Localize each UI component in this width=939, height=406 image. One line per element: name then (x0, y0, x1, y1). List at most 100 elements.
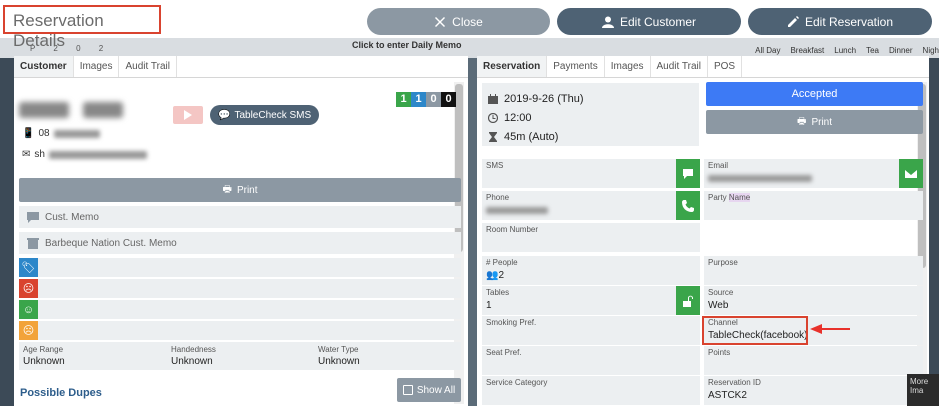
date-row: 2019-9-26 (Thu) (488, 89, 693, 108)
party-name-label: Party Name (708, 193, 919, 202)
chat-icon (683, 168, 693, 179)
tablecheck-sms-label: TableCheck SMS (234, 109, 312, 121)
room-number-label: Room Number (486, 225, 539, 234)
purpose-field[interactable]: Purpose (704, 256, 923, 285)
smoking-pref-field[interactable]: Smoking Pref. (482, 316, 700, 345)
email-field[interactable]: Email (704, 159, 923, 188)
building-icon (27, 237, 39, 249)
status-accepted-button[interactable]: Accepted (706, 82, 923, 106)
count-badge-3: 0 (426, 92, 441, 107)
close-button-label: Close (452, 14, 483, 29)
print-reservation-button[interactable]: 🖶 Print (706, 110, 923, 134)
tables-field[interactable]: Tables 1 (482, 286, 700, 315)
seat-pref-label: Seat Pref. (486, 348, 522, 357)
sms-field[interactable]: SMS (482, 159, 700, 188)
memo-icon (27, 211, 39, 223)
phone-value-redacted (486, 207, 548, 214)
tab-customer[interactable]: Customer (14, 56, 74, 77)
customer-attributes: Age Range Unknown Handedness Unknown Wat… (19, 342, 461, 370)
more-popover[interactable]: More Ima (907, 374, 939, 406)
count-badge-2: 1 (411, 92, 426, 107)
call-button[interactable] (676, 191, 700, 220)
datetime-box[interactable]: 2019-9-26 (Thu) 12:00 45m (Auto) (482, 83, 699, 146)
age-range-field[interactable]: Age Range Unknown (23, 345, 65, 367)
meal-lunch[interactable]: Lunch (834, 46, 856, 55)
edit-reservation-button[interactable]: Edit Reservation (748, 8, 932, 35)
tablecheck-sms-button[interactable]: 💬 TableCheck SMS (210, 105, 320, 125)
customer-phone-row: 📱 08 (22, 128, 100, 139)
pencil-icon (787, 15, 799, 27)
tab-pos[interactable]: POS (708, 56, 743, 77)
handedness-label: Handedness (171, 345, 216, 354)
seat-pref-field[interactable]: Seat Pref. (482, 346, 700, 375)
edit-customer-label: Edit Customer (619, 14, 697, 29)
cust-memo-row[interactable]: Cust. Memo (19, 206, 461, 228)
points-field[interactable]: Points (704, 346, 923, 375)
tags-row[interactable]: 🏷 (19, 258, 461, 277)
reservation-panel: Reservation Payments Images Audit Trail … (477, 56, 929, 406)
email-send-button[interactable] (899, 159, 923, 188)
clock-icon (488, 112, 498, 123)
phone-field[interactable]: Phone (482, 191, 700, 220)
daily-memo-link[interactable]: Click to enter Daily Memo (352, 40, 462, 50)
mobile-phone-icon: 📱 (22, 128, 35, 139)
user-icon (601, 16, 614, 28)
tab-payments[interactable]: Payments (547, 56, 605, 77)
customer-email-prefix: sh (34, 149, 45, 160)
venue-memo-row[interactable]: Barbeque Nation Cust. Memo (19, 232, 461, 254)
background-left-sidebar (0, 58, 14, 406)
smile-icon: ☺ (19, 300, 38, 319)
customer-phone-redacted (53, 129, 100, 138)
people-field[interactable]: # People 👥2 (482, 256, 700, 285)
reservation-id-label: Reservation ID (708, 378, 761, 387)
tab-reservation-images[interactable]: Images (605, 56, 651, 77)
cust-memo-label: Cust. Memo (45, 211, 99, 223)
water-type-field[interactable]: Water Type Unknown (318, 345, 360, 367)
frown-icon: ☹ (19, 279, 38, 298)
positive-feedback-row[interactable]: ☺ (19, 300, 461, 319)
tab-customer-images[interactable]: Images (74, 56, 120, 77)
play-icon[interactable] (173, 106, 203, 124)
reservation-id-field[interactable]: Reservation ID ASTCK2 (704, 376, 923, 405)
negative-feedback-row[interactable]: ☹ (19, 279, 461, 298)
source-field[interactable]: Source Web (704, 286, 923, 315)
neutral-feedback-row[interactable]: ☹ (19, 321, 461, 340)
water-type-label: Water Type (318, 345, 359, 354)
meal-dinner[interactable]: Dinner (889, 46, 913, 55)
table-lock-button[interactable] (676, 286, 700, 315)
meal-filter-bar: All Day Breakfast Lunch Tea Dinner Nigh (755, 38, 939, 55)
meal-tea[interactable]: Tea (866, 46, 879, 55)
modal-header: Reservation Details Close Edit Customer … (0, 0, 939, 50)
meal-breakfast[interactable]: Breakfast (790, 46, 824, 55)
edit-customer-button[interactable]: Edit Customer (557, 8, 741, 35)
title-highlight-box: Reservation Details (3, 5, 161, 50)
service-category-field[interactable]: Service Category (482, 376, 700, 405)
sms-send-button[interactable] (676, 159, 700, 188)
handedness-field[interactable]: Handedness Unknown (171, 345, 216, 367)
reservation-tabs: Reservation Payments Images Audit Trail … (477, 56, 929, 78)
reservation-id-value: ASTCK2 (708, 390, 747, 401)
phone-label: Phone (486, 193, 510, 202)
age-range-value: Unknown (23, 356, 65, 367)
tab-customer-audit-trail[interactable]: Audit Trail (119, 56, 177, 77)
water-type-value: Unknown (318, 356, 360, 367)
show-all-button[interactable]: Show All (397, 378, 461, 402)
more-label: More (910, 377, 929, 386)
age-range-label: Age Range (23, 345, 64, 354)
people-value-row: 👥2 (486, 270, 696, 281)
customer-phone-prefix: 08 (38, 128, 50, 139)
meal-night[interactable]: Nigh (923, 46, 939, 55)
close-button[interactable]: Close (367, 8, 550, 35)
print-customer-label: Print (236, 184, 258, 196)
tab-reservation-audit-trail[interactable]: Audit Trail (651, 56, 708, 77)
count-badge-4: 0 (441, 92, 456, 107)
party-label-highlight: Name (728, 193, 751, 202)
hourglass-icon (489, 131, 497, 142)
calendar-icon (488, 93, 498, 104)
print-customer-button[interactable]: 🖶 Print (19, 178, 461, 202)
party-name-field[interactable]: Party Name (704, 191, 923, 220)
room-number-field[interactable]: Room Number (482, 223, 700, 252)
meal-all-day[interactable]: All Day (755, 46, 780, 55)
tab-reservation[interactable]: Reservation (477, 56, 548, 77)
smoking-pref-label: Smoking Pref. (486, 318, 537, 327)
